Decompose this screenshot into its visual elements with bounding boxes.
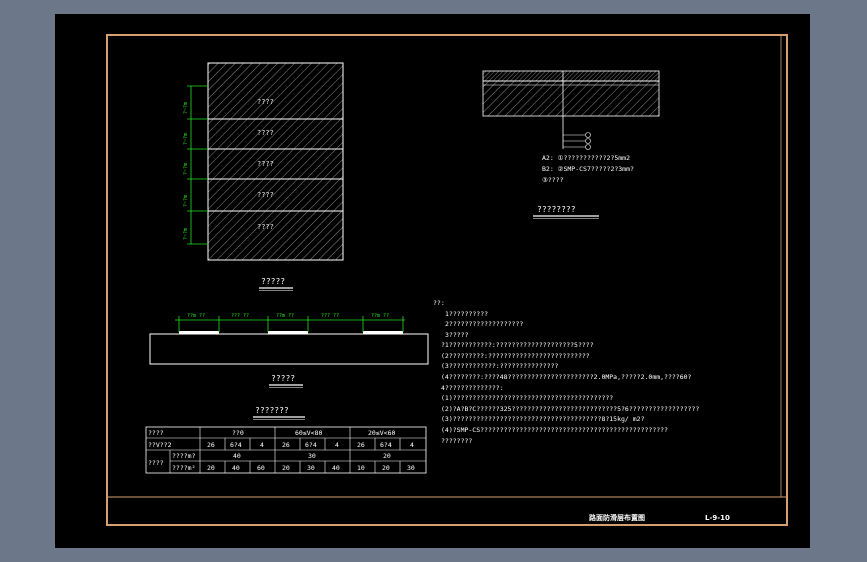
section-seg-label: ??m ?? (276, 313, 294, 319)
plan-view: ???? ???? ???? ???? ???? ?~?m ?~?m ?~?m … (183, 62, 344, 291)
legend-line: A2: ①???????????2?5mm2 (542, 154, 630, 162)
table-cell: 20 (383, 452, 391, 460)
plan-band-label: ???? (257, 129, 274, 137)
table-cell: 40 (332, 464, 340, 472)
note-line: (1)?????????????????????????????????????… (441, 394, 613, 402)
table-cell: ????m² (172, 464, 195, 472)
plan-band-label: ???? (257, 223, 274, 231)
table-cell: 4 (410, 441, 414, 449)
note-line: 3????? (445, 331, 469, 339)
layer-base (482, 80, 660, 117)
table-cell: 6?4 (305, 441, 317, 449)
table-cell: 20≤V<60 (368, 429, 395, 437)
cad-viewport[interactable]: ???? ???? ???? ???? ???? ?~?m ?~?m ?~?m … (55, 14, 810, 548)
table-cell: 26 (282, 441, 290, 449)
legend-line: B2: ②SMP-CS7?????2?3mm? (542, 165, 634, 173)
section-slab (149, 333, 429, 365)
notes-heading: ??: (433, 299, 445, 307)
drawing-name: 路面防滑层布置图 (589, 513, 645, 522)
plan-dim-label: ?~?m (183, 228, 189, 240)
plan-dim-label: ?~?m (183, 195, 189, 207)
plan-dim-label: ?~?m (183, 133, 189, 145)
table-title: ??????? (255, 406, 289, 415)
table-cell: 40 (232, 464, 240, 472)
title-block: 路面防滑层布置图 L-9-10 (589, 513, 730, 522)
table-cell: 6?4 (380, 441, 392, 449)
table-cell: ??0 (232, 429, 244, 437)
section-seg-label: ??? ?? (231, 313, 249, 319)
drawing-number: L-9-10 (705, 514, 730, 522)
table-cell: 10 (357, 464, 365, 472)
table-cell: 30 (308, 452, 316, 460)
notes: ??: 1?????????? 2??????????????????? 3??… (433, 299, 699, 445)
table-cell: ????m? (172, 452, 196, 460)
plan-dim-label: ?~?m (183, 102, 189, 114)
note-line: 4??????????????: (441, 384, 504, 392)
table-cell: 6?4 (230, 441, 242, 449)
note-line: (3????????????:??????????????? (441, 362, 558, 370)
table-cell: ??V??2 (148, 441, 172, 449)
spec-table: ??????? ???? ??0 60≤V<80 20≤V<60 ??V??2 … (145, 406, 427, 474)
plan-dim-label: ?~?m (183, 163, 189, 175)
table-cell: 40 (233, 452, 241, 460)
legend-line: ③???? (542, 176, 564, 184)
section-title: ????? (271, 374, 295, 383)
section-seg-label: ??m ?? (371, 313, 389, 319)
note-line: (3)?????????????????????????????????????… (441, 415, 645, 423)
table-cell: ???? (148, 459, 164, 467)
note-line: ?1???????????:????????????????????5???? (441, 341, 594, 349)
plan-title: ????? (261, 277, 285, 286)
table-cell: 20 (207, 464, 215, 472)
plan-band-label: ???? (257, 191, 274, 199)
table-cell: ???? (148, 429, 164, 437)
table-cell: 30 (307, 464, 315, 472)
table-cell: 20 (382, 464, 390, 472)
note-line: (4)?SMP-CS??????????????????????????????… (441, 426, 668, 434)
note-line: 1?????????? (445, 310, 488, 318)
table-cell: 26 (207, 441, 215, 449)
detail-title: ???????? (537, 205, 576, 214)
table-cell: 4 (260, 441, 264, 449)
drawing-canvas: ???? ???? ???? ???? ???? ?~?m ?~?m ?~?m … (106, 34, 788, 526)
note-line: ???????? (441, 437, 472, 445)
section-seg-label: ??m ?? (187, 313, 205, 319)
note-line: 2??????????????????? (445, 320, 523, 328)
note-line: (2?????????:?????????????????????????? (441, 352, 590, 360)
table-cell: 20 (282, 464, 290, 472)
note-line: (4????????:????48??????????????????????2… (441, 373, 692, 381)
table-cell: 30 (407, 464, 415, 472)
plan-band-label: ???? (257, 98, 274, 106)
note-line: (2)?A?B?C??????325??????????????????????… (441, 405, 699, 413)
table-cell: 60≤V<80 (295, 429, 322, 437)
table-cell: 60 (257, 464, 265, 472)
section-view: ??m ?? ??? ?? ??m ?? ??? ?? ??m ?? ????? (149, 313, 429, 388)
layer-detail: A2: ①???????????2?5mm2 B2: ②SMP-CS7?????… (482, 70, 660, 219)
table-cell: 26 (357, 441, 365, 449)
table-cell: 4 (335, 441, 339, 449)
plan-band-label: ???? (257, 160, 274, 168)
section-seg-label: ??? ?? (321, 313, 339, 319)
plan-outline (207, 62, 344, 261)
layer-top (482, 70, 660, 82)
